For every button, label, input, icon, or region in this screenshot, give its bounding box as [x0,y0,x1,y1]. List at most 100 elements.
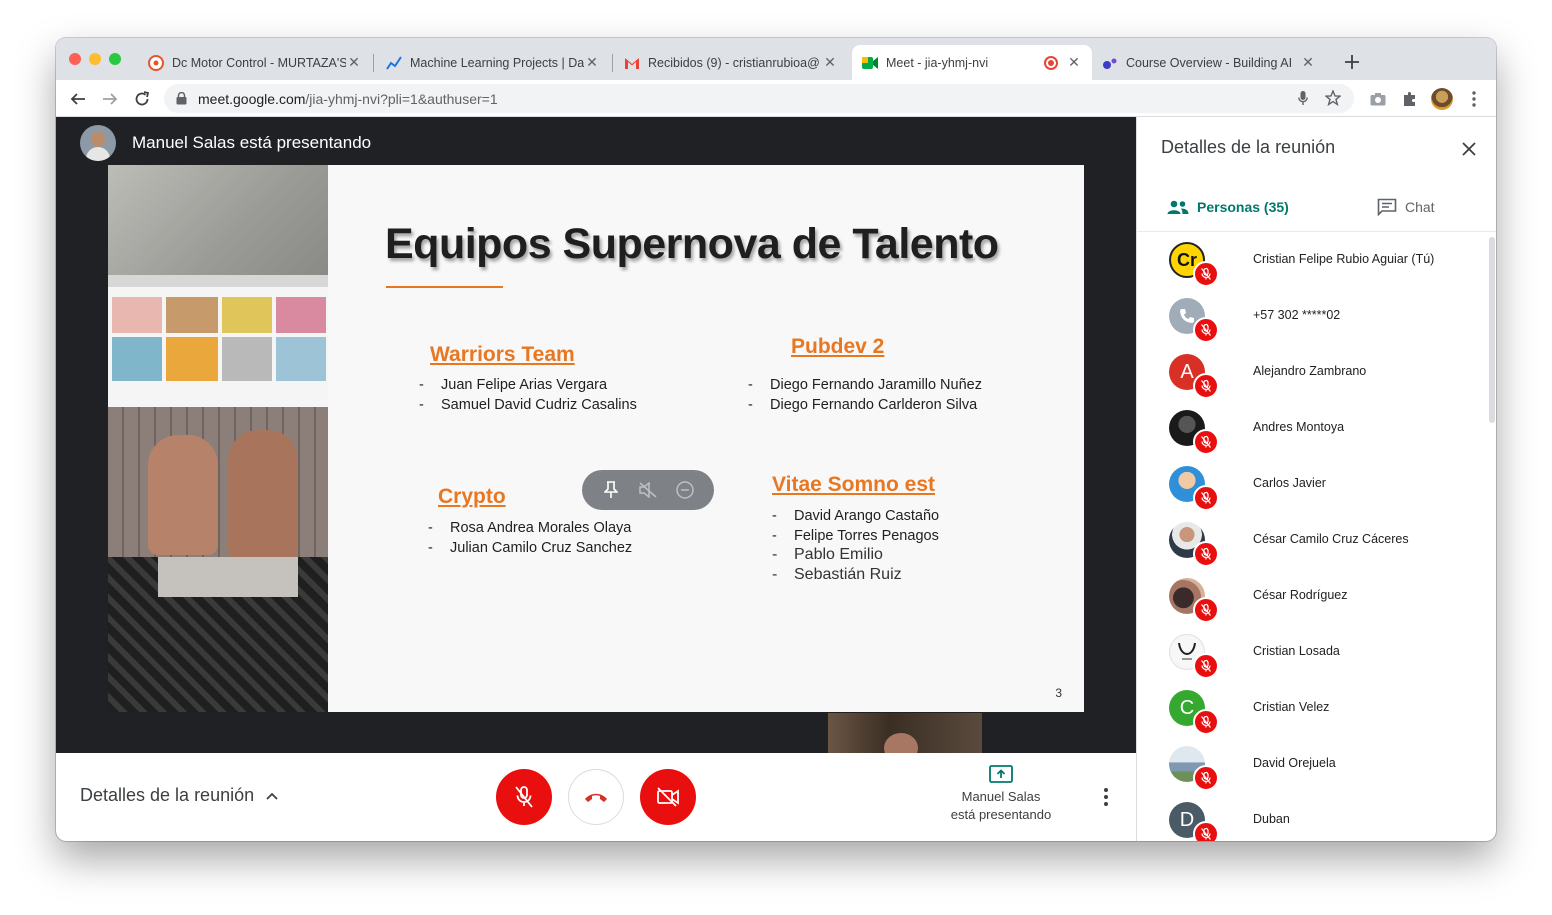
tab-chat[interactable]: Chat [1377,193,1435,221]
url-host: meet.google.com [198,91,306,107]
participants-scrollbar[interactable] [1489,237,1495,423]
reload-icon [135,91,150,106]
tab-divider [612,54,613,72]
minus-circle-icon [676,481,695,499]
tab-gmail[interactable]: Recibidos (9) - cristianrubioa@ ✕ [614,45,848,80]
leave-call-button[interactable] [568,769,624,825]
team-member: - Samuel David Cudriz Casalins [419,397,637,413]
member-name: Sebastián Ruiz [794,566,902,583]
remove-tile-button[interactable] [673,478,697,502]
star-icon[interactable] [1325,90,1341,106]
camera-toggle-button[interactable] [640,769,696,825]
presenter-avatar [80,125,116,161]
extensions-button[interactable] [1398,87,1422,111]
robot-favicon-icon [148,54,164,71]
list-dash: - [419,397,424,413]
tab-meet[interactable]: Meet - jia-yhmj-nvi ✕ [852,45,1092,80]
tab-title: Dc Motor Control - MURTAZA'S [172,55,346,70]
list-item[interactable]: D Duban [1137,792,1487,841]
microphone-off-icon [1193,541,1219,567]
laptop-photo [108,165,328,712]
tab-close-icon[interactable]: ✕ [584,54,600,71]
kebab-menu-icon [1472,91,1476,107]
tab-dc-motor[interactable]: Dc Motor Control - MURTAZA'S ✕ [138,45,372,80]
microphone-toggle-button[interactable] [496,769,552,825]
presenting-label-line1: Manuel Salas [961,789,1041,804]
tab-chat-label: Chat [1405,199,1435,215]
team-member: - Sebastián Ruiz [772,566,902,584]
pin-button[interactable] [599,478,623,502]
list-item[interactable]: +57 302 *****02 [1137,288,1487,344]
member-name: Felipe Torres Penagos [794,528,939,544]
tab-course-overview[interactable]: Course Overview - Building AI ✕ [1092,45,1326,80]
tab-close-icon[interactable]: ✕ [346,54,362,71]
url-text: meet.google.com/jia-yhmj-nvi?pli=1&authu… [198,91,498,107]
list-item[interactable]: César Camilo Cruz Cáceres [1137,512,1487,568]
list-item[interactable]: C Cristian Velez [1137,680,1487,736]
tab-close-icon[interactable]: ✕ [1300,54,1316,71]
list-dash: - [428,540,433,556]
participant-name: Andres Montoya [1253,420,1345,434]
team-title: Pubdev 2 [791,335,885,358]
list-item[interactable]: Carlos Javier [1137,456,1487,512]
minimize-window-button[interactable] [89,53,101,65]
member-name: Pablo Emilio [794,546,883,563]
more-options-button[interactable] [1096,785,1116,809]
tab-divider [373,54,374,72]
list-item[interactable]: A Alejandro Zambrano [1137,344,1487,400]
list-dash: - [772,566,778,583]
course-favicon-icon [1102,55,1118,71]
back-button[interactable] [66,87,90,111]
team-title: Vitae Somno est [772,473,935,496]
microphone-off-icon [1193,485,1219,511]
member-name: Diego Fernando Jaramillo Nuñez [770,377,982,393]
tab-close-icon[interactable]: ✕ [1066,54,1082,71]
profile-avatar-button[interactable] [1430,87,1454,111]
meeting-details-label: Detalles de la reunión [80,785,255,805]
tab-close-icon[interactable]: ✕ [822,54,838,71]
microphone-icon[interactable] [1298,91,1308,106]
participant-video-tile[interactable] [828,713,982,753]
mute-tile-button[interactable] [636,478,660,502]
gmail-favicon-icon [624,55,640,71]
team-title: Crypto [438,485,506,508]
meeting-details-panel: Detalles de la reunión Personas (35) Cha… [1136,117,1496,841]
list-item[interactable]: Andres Montoya [1137,400,1487,456]
avatar [1431,88,1453,110]
participants-list: Cr Cristian Felipe Rubio Aguiar (Tú) +57… [1137,232,1487,841]
zoom-window-button[interactable] [109,53,121,65]
new-tab-button[interactable] [1340,50,1364,74]
presenter-banner: Manuel Salas está presentando [80,125,371,161]
tab-title: Machine Learning Projects | Da [410,55,584,70]
lock-icon [176,92,187,105]
list-dash: - [748,377,753,393]
puzzle-icon [1404,92,1415,106]
forward-button[interactable] [98,87,122,111]
panel-close-button[interactable] [1457,137,1481,161]
team-member: - Pablo Emilio [772,546,883,564]
browser-menu-button[interactable] [1462,87,1486,111]
tab-ml-projects[interactable]: Machine Learning Projects | Da ✕ [376,45,610,80]
team-member: - David Arango Castaño [772,508,939,524]
camera-extension-button[interactable] [1366,87,1390,111]
participant-name: Carlos Javier [1253,476,1326,490]
team-title: Warriors Team [430,343,575,366]
list-item[interactable]: César Rodríguez [1137,568,1487,624]
participant-name: César Camilo Cruz Cáceres [1253,532,1409,546]
list-item[interactable]: David Orejuela [1137,736,1487,792]
participant-name: Duban [1253,812,1290,826]
address-bar[interactable]: meet.google.com/jia-yhmj-nvi?pli=1&authu… [164,84,1354,113]
presenting-indicator[interactable]: Manuel Salas está presentando [926,765,1076,824]
hang-up-icon [585,793,607,802]
tab-people[interactable]: Personas (35) [1167,193,1289,221]
tab-title: Recibidos (9) - cristianrubioa@ [648,55,820,70]
tab-title: Meet - jia-yhmj-nvi [886,55,989,70]
reload-button[interactable] [130,87,154,111]
recording-indicator-icon [1044,55,1058,70]
list-item[interactable]: Cr Cristian Felipe Rubio Aguiar (Tú) [1137,232,1487,288]
member-name: Diego Fernando Carlderon Silva [770,397,978,413]
list-item[interactable]: Cristian Losada [1137,624,1487,680]
microphone-off-icon [1193,597,1219,623]
close-window-button[interactable] [69,53,81,65]
meeting-details-toggle[interactable]: Detalles de la reunión [80,785,278,806]
